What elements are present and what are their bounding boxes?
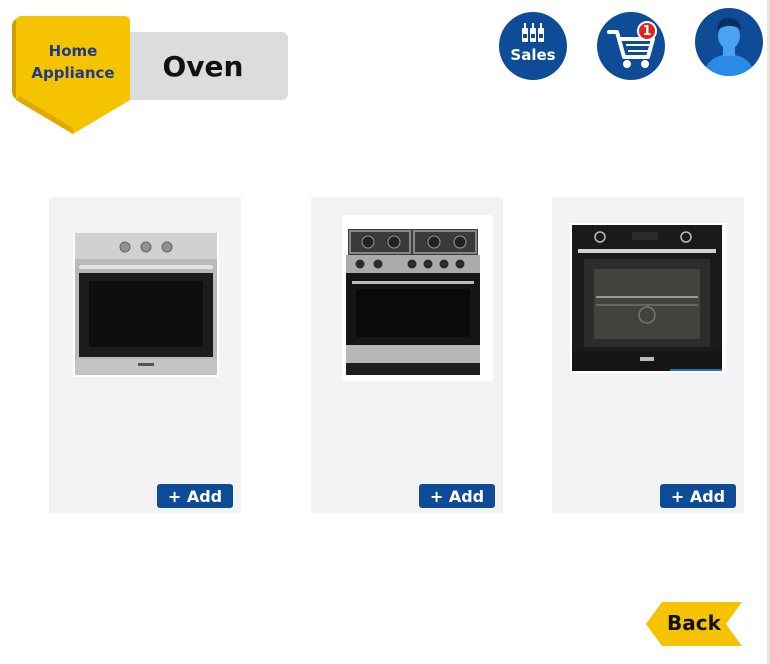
- page-title-tab: Oven: [118, 32, 288, 100]
- category-label-line2: Appliance: [31, 64, 115, 82]
- page-title: Oven: [162, 49, 244, 83]
- add-to-cart-button[interactable]: + Add: [157, 484, 233, 508]
- product-card[interactable]: + Add: [311, 197, 503, 513]
- gas-range-oven-image: [342, 215, 493, 381]
- cart-icon: [607, 30, 655, 68]
- sales-label: Sales: [510, 46, 556, 64]
- add-to-cart-button[interactable]: + Add: [419, 484, 495, 508]
- category-label: Home Appliance: [16, 40, 130, 84]
- back-label: Back: [667, 611, 721, 635]
- bottles-icon: [522, 23, 544, 42]
- product-card[interactable]: + Add: [49, 197, 241, 513]
- category-label-line1: Home: [48, 42, 98, 60]
- user-avatar-icon: [703, 18, 755, 76]
- product-card[interactable]: + Add: [552, 197, 744, 513]
- add-to-cart-button[interactable]: + Add: [660, 484, 736, 508]
- digital-oven-image: [570, 223, 726, 373]
- cart-count-badge: 1: [637, 21, 657, 41]
- cart-count: 1: [642, 23, 652, 39]
- sales-button[interactable]: Sales: [499, 12, 567, 80]
- cart-button[interactable]: 1: [597, 12, 665, 80]
- built-in-oven-image: [73, 233, 219, 377]
- profile-button[interactable]: [695, 8, 763, 76]
- back-button[interactable]: Back: [646, 600, 744, 648]
